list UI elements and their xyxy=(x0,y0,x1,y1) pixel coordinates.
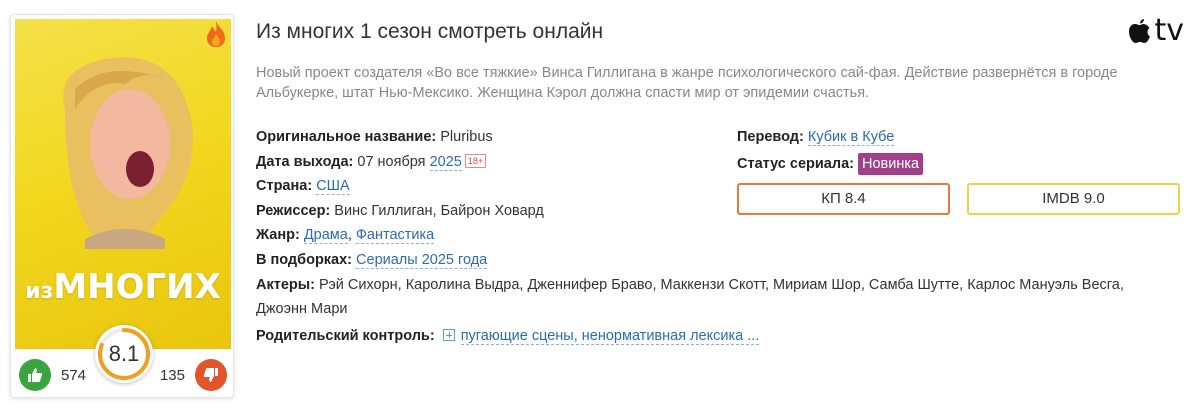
dislike-count: 135 xyxy=(159,366,185,384)
plus-box-icon[interactable] xyxy=(442,328,455,341)
parental-label: Родительский контроль: xyxy=(256,327,435,344)
poster-title-big: МНОГИХ xyxy=(53,267,221,307)
country-label: Страна: xyxy=(256,178,313,195)
info-side: Перевод: Кубик в Кубе Статус сериала: Но… xyxy=(737,125,924,177)
dislike-button[interactable] xyxy=(195,359,227,391)
info-release-date: Дата выхода: 07 ноября 2025 18+ xyxy=(256,150,1156,175)
like-count: 574 xyxy=(61,366,87,384)
poster-artwork xyxy=(63,57,193,249)
translation-link[interactable]: Кубик в Кубе xyxy=(807,129,895,146)
director-value: Винс Гиллиган, Байрон Ховард xyxy=(334,202,544,219)
kp-rating-button[interactable]: КП 8.4 xyxy=(737,183,950,215)
director-label: Режиссер: xyxy=(256,202,331,219)
genre-link-scifi[interactable]: Фантастика xyxy=(355,227,435,245)
appletv-text: tv xyxy=(1154,13,1184,48)
original-title-label: Оригинальное название: xyxy=(256,129,437,145)
release-date-value: 07 ноября xyxy=(357,153,426,170)
rating-value: 8.1 xyxy=(108,341,140,366)
age-rating-badge: 18+ xyxy=(464,153,487,168)
thumbs-up-icon xyxy=(28,368,43,382)
release-year-link[interactable]: 2025 xyxy=(429,153,462,171)
original-title-value: Pluribus xyxy=(440,129,493,145)
collections-link[interactable]: Сериалы 2025 года xyxy=(356,251,488,269)
like-group: 574 xyxy=(19,359,86,391)
status-badge: Новинка xyxy=(858,152,924,175)
imdb-rating-button[interactable]: IMDB 9.0 xyxy=(967,183,1180,215)
info-collections: В подборках: Сериалы 2025 года xyxy=(256,248,1156,273)
poster-title-small: из xyxy=(25,279,54,304)
info-actors: Актеры: Рэй Сихорн, Каролина Выдра, Джен… xyxy=(256,273,1156,322)
actors-value: Рэй Сихорн, Каролина Выдра, Дженнифер Бр… xyxy=(256,276,1124,318)
apple-icon xyxy=(1129,19,1151,43)
collections-label: В подборках: xyxy=(256,251,353,268)
status-label: Статус сериала: xyxy=(737,155,854,172)
description: Новый проект создателя «Во все тяжкие» В… xyxy=(256,65,1118,101)
parental-link[interactable]: пугающие сцены, ненормативная лексика ..… xyxy=(460,327,760,345)
country-link[interactable]: США xyxy=(316,178,350,196)
info-genre: Жанр: Драма, Фантастика xyxy=(256,223,1156,248)
info-translation: Перевод: Кубик в Кубе xyxy=(737,125,923,150)
genre-label: Жанр: xyxy=(256,227,300,244)
genre-separator: , xyxy=(347,227,356,244)
info-parental-control: Родительский контроль: пугающие сцены, н… xyxy=(256,324,1156,349)
poster-card: изМНОГИХ 8.1 574 135 xyxy=(10,14,234,398)
dislike-group: 135 xyxy=(160,359,227,391)
translation-label: Перевод: xyxy=(737,129,804,145)
poster-image[interactable]: изМНОГИХ xyxy=(15,19,231,349)
poster-title: изМНОГИХ xyxy=(15,267,231,307)
release-date-label: Дата выхода: xyxy=(256,153,354,170)
like-button[interactable] xyxy=(19,359,51,391)
fire-icon xyxy=(207,21,225,47)
genre-link-drama[interactable]: Драма xyxy=(303,227,348,245)
info-original-title: Оригинальное название: Pluribus xyxy=(256,125,1156,150)
rating-circle: 8.1 xyxy=(95,325,153,383)
page-title: Из многих 1 сезон смотреть онлайн xyxy=(256,20,604,43)
thumbs-down-icon xyxy=(203,368,218,382)
info-list: Оригинальное название: Pluribus Дата вых… xyxy=(256,125,1156,348)
appletv-logo[interactable]: tv xyxy=(1128,16,1184,46)
actors-label: Актеры: xyxy=(256,276,315,293)
info-status: Статус сериала: Новинка xyxy=(737,152,924,177)
